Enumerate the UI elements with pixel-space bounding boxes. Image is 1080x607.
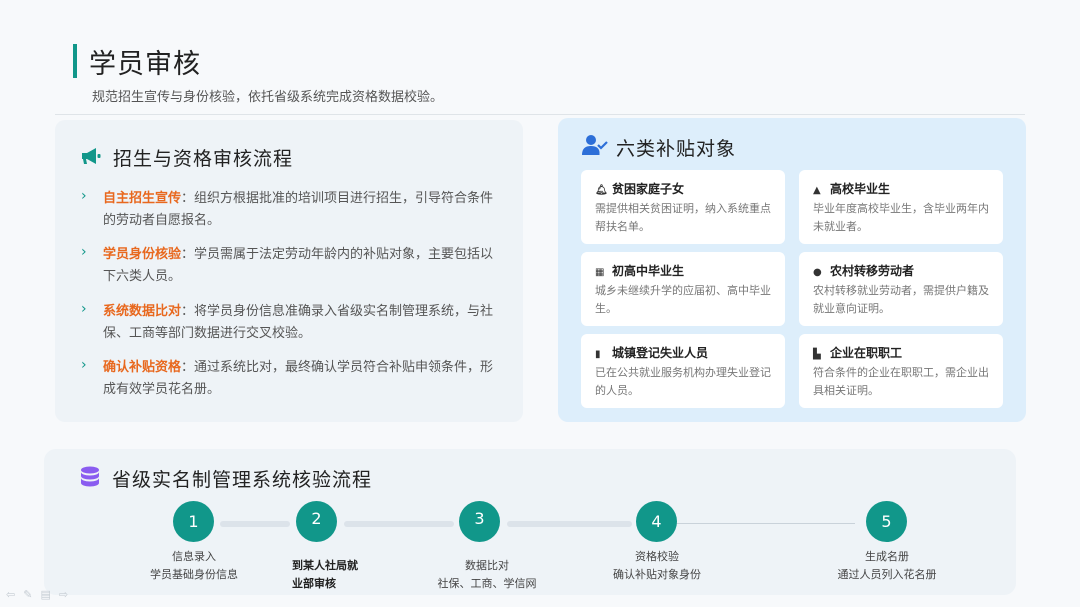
- item-label: 学员身份核验: [103, 247, 182, 262]
- target-card-desc: 已在公共就业服务机构办理失业登记的人员。: [595, 366, 771, 397]
- step-label-line: 信息录入: [172, 550, 216, 563]
- user-check-icon: [582, 134, 608, 160]
- item-label: 系统数据比对: [103, 304, 182, 319]
- step-node: 5: [866, 501, 907, 542]
- target-card-desc: 需提供相关贫困证明，纳入系统重点帮扶名单。: [595, 202, 771, 233]
- step-label-line: 确认补贴对象身份: [613, 568, 701, 581]
- bell-icon: 🔔︎: [595, 185, 608, 196]
- target-card-desc: 符合条件的企业在职职工，需企业出具相关证明。: [813, 366, 989, 397]
- target-card-school-grad: ▦ 初高中毕业生 城乡未继续升学的应届初、高中毕业生。: [581, 252, 785, 326]
- school-icon: ▦: [595, 267, 605, 278]
- header-divider: [55, 114, 1025, 115]
- target-card-rural-worker: ● 农村转移劳动者 农村转移就业劳动者，需提供户籍及就业意向证明。: [799, 252, 1003, 326]
- item-label: 确认补贴资格: [103, 360, 182, 375]
- step-label-line: 业部审核: [292, 577, 336, 590]
- subsidy-targets-title: 六类补贴对象: [616, 138, 737, 160]
- chevron-right-icon: ›: [81, 301, 87, 317]
- chevron-right-icon: ›: [81, 357, 87, 373]
- progress-track: [220, 521, 290, 527]
- pen-icon[interactable]: ✎: [23, 588, 40, 601]
- target-card-title: 高校毕业生: [830, 182, 891, 196]
- step-label-line: 生成名册: [865, 550, 909, 563]
- step-label: 到某人社局就 业部审核: [292, 557, 382, 593]
- target-card-college-grad: ▲ 高校毕业生 毕业年度高校毕业生，含毕业两年内未就业者。: [799, 170, 1003, 244]
- menu-icon[interactable]: ▤: [40, 588, 58, 601]
- target-card-title: 企业在职职工: [830, 346, 903, 360]
- step-node: 2: [296, 501, 337, 542]
- step-label: 资格校验 确认补贴对象身份: [595, 548, 719, 584]
- database-icon: [80, 466, 100, 492]
- progress-track: [660, 523, 855, 524]
- back-arrow-icon[interactable]: ⇦: [6, 588, 23, 601]
- step-label-line: 数据比对: [465, 559, 509, 572]
- title-accent-bar: [73, 44, 77, 78]
- step-label: 信息录入 学员基础身份信息: [134, 548, 254, 584]
- target-card-title: 农村转移劳动者: [830, 264, 915, 278]
- step-label-line: 到某人社局就: [292, 559, 358, 572]
- progress-track: [344, 521, 454, 527]
- megaphone-icon: [80, 146, 102, 170]
- step-label-line: 学员基础身份信息: [150, 568, 238, 581]
- target-card-desc: 农村转移就业劳动者，需提供户籍及就业意向证明。: [813, 284, 989, 315]
- page-title: 学员审核: [89, 49, 201, 80]
- presentation-toolbar[interactable]: ⇦✎▤⇨: [6, 588, 76, 601]
- step-label: 数据比对 社保、工商、学信网: [420, 557, 554, 593]
- step-label-line: 通过人员列入花名册: [837, 568, 937, 581]
- step-label-line: 社保、工商、学信网: [437, 577, 537, 590]
- target-card-employee: ▙ 企业在职职工 符合条件的企业在职职工，需企业出具相关证明。: [799, 334, 1003, 408]
- progress-track: [507, 521, 632, 527]
- document-icon: ▮: [595, 349, 601, 360]
- target-card-desc: 毕业年度高校毕业生，含毕业两年内未就业者。: [813, 202, 989, 233]
- step-node: 4: [636, 501, 677, 542]
- step-node: 3: [459, 501, 500, 542]
- target-card-title: 贫困家庭子女: [612, 182, 685, 196]
- tractor-icon: ●: [813, 267, 822, 278]
- target-card-unemployed: ▮ 城镇登记失业人员 已在公共就业服务机构办理失业登记的人员。: [581, 334, 785, 408]
- step-label: 生成名册 通过人员列入花名册: [822, 548, 952, 584]
- factory-icon: ▙: [813, 349, 821, 360]
- target-card-title: 城镇登记失业人员: [612, 346, 709, 360]
- step-node: 1: [173, 501, 214, 542]
- item-label: 自主招生宣传: [103, 191, 182, 206]
- step-label-line: 资格校验: [635, 550, 679, 563]
- target-card-desc: 城乡未继续升学的应届初、高中毕业生。: [595, 284, 771, 315]
- target-card-poor-family: 🔔︎ 贫困家庭子女 需提供相关贫困证明，纳入系统重点帮扶名单。: [581, 170, 785, 244]
- chevron-right-icon: ›: [81, 244, 87, 260]
- graduation-cap-icon: ▲: [813, 185, 821, 196]
- target-card-title: 初高中毕业生: [612, 264, 685, 278]
- enrollment-process-title: 招生与资格审核流程: [113, 148, 294, 170]
- verification-flow-title: 省级实名制管理系统核验流程: [112, 469, 373, 491]
- page-subtitle: 规范招生宣传与身份核验，依托省级系统完成资格数据校验。: [92, 90, 444, 105]
- forward-arrow-icon[interactable]: ⇨: [59, 588, 76, 601]
- chevron-right-icon: ›: [81, 188, 87, 204]
